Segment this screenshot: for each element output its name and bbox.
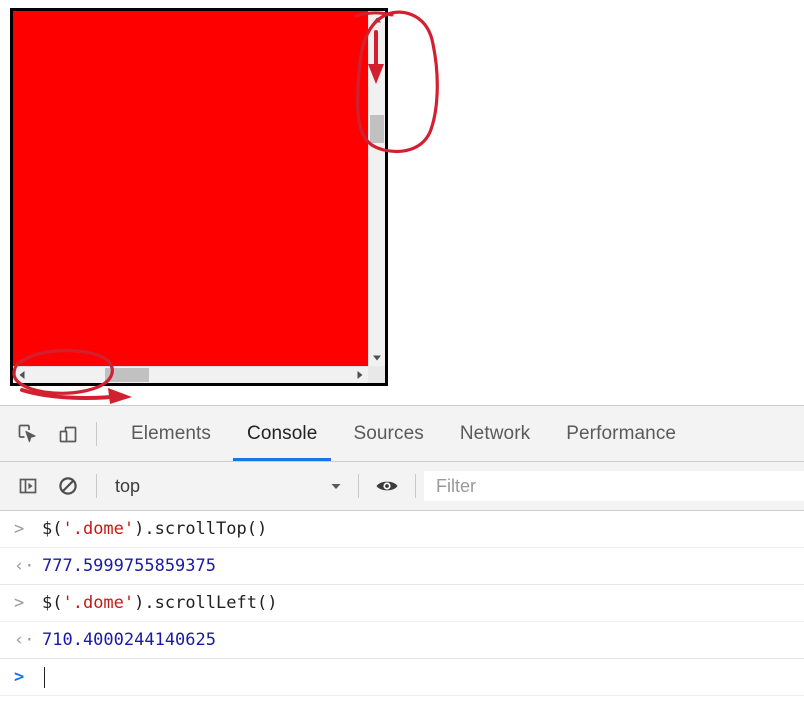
right-arrow-shaft: [20, 388, 124, 400]
console-result-value: 710.4000244140625: [42, 630, 216, 650]
execution-context-value: top: [115, 475, 141, 496]
console-toolbar-divider-1: [96, 474, 97, 498]
expr-part-plain-1: $(: [42, 593, 63, 613]
console-message-list: > $('.dome').scrollTop() ‹· 777.59997558…: [0, 511, 804, 696]
console-input-row[interactable]: > $('.dome').scrollTop(): [0, 511, 804, 548]
console-result-row: ‹· 777.5999755859375: [0, 548, 804, 585]
tab-elements-label: Elements: [131, 422, 212, 444]
console-toolbar-divider-2: [358, 474, 359, 498]
scroll-left-arrow-button[interactable]: [13, 367, 30, 383]
console-prompt-row[interactable]: >: [0, 659, 804, 696]
clear-console-button[interactable]: [48, 463, 88, 509]
scroll-down-arrow-button[interactable]: [369, 349, 385, 366]
triangle-left-icon: [19, 371, 24, 379]
console-input-marker: >: [14, 518, 25, 539]
horizontal-scrollbar[interactable]: [13, 366, 368, 383]
console-filter-input[interactable]: Filter: [424, 471, 804, 501]
tab-elements[interactable]: Elements: [113, 406, 229, 461]
console-output-marker: ‹·: [14, 629, 35, 650]
tab-sources[interactable]: Sources: [335, 406, 441, 461]
scroll-right-arrow-button[interactable]: [351, 367, 368, 383]
clear-console-icon: [59, 477, 77, 495]
scroll-content-area: [13, 11, 385, 383]
execution-context-selector[interactable]: top: [105, 471, 350, 501]
device-toolbar-icon: [59, 426, 77, 442]
expr-part-plain-1: $(: [42, 519, 63, 539]
tab-network[interactable]: Network: [442, 406, 548, 461]
console-expression: $('.dome').scrollTop(): [42, 519, 267, 539]
console-sidebar-button[interactable]: [8, 463, 48, 509]
devtools-panel: Elements Console Sources Network Perform…: [0, 405, 804, 711]
triangle-up-icon: [373, 17, 381, 22]
chevron-down-icon: [331, 484, 341, 489]
inspect-element-icon: [18, 424, 36, 442]
horizontal-scroll-thumb[interactable]: [105, 368, 149, 382]
expr-part-plain-2: ).scrollTop(): [134, 519, 268, 539]
devtools-toolbar-icons: [0, 411, 105, 457]
expr-part-string-1: '.dome': [62, 593, 135, 613]
console-result-row: ‹· 710.4000244140625: [0, 622, 804, 659]
live-expression-button[interactable]: [367, 463, 407, 509]
vertical-scroll-thumb[interactable]: [370, 115, 384, 143]
console-result-value: 777.5999755859375: [42, 556, 216, 576]
tab-network-label: Network: [459, 422, 531, 444]
browser-page-viewport: [0, 0, 804, 405]
scrollbar-corner: [368, 366, 385, 383]
tab-console[interactable]: Console: [229, 406, 335, 461]
red-content-block: [13, 11, 368, 366]
tab-performance[interactable]: Performance: [548, 406, 694, 461]
expr-part-plain-2: ).scrollLeft(): [134, 593, 278, 613]
live-expression-eye-icon: [376, 481, 398, 491]
triangle-down-icon: [373, 355, 381, 360]
console-sidebar-icon: [19, 478, 37, 494]
tab-console-label: Console: [247, 422, 318, 444]
console-input-row[interactable]: > $('.dome').scrollLeft(): [0, 585, 804, 622]
scroll-up-arrow-button[interactable]: [369, 11, 385, 28]
console-expression: $('.dome').scrollLeft(): [42, 593, 277, 613]
console-toolbar-divider-3: [415, 474, 416, 498]
inspect-element-button[interactable]: [8, 411, 48, 457]
console-toolbar: top Filter: [0, 462, 804, 511]
tab-performance-label: Performance: [566, 422, 677, 444]
triangle-right-icon: [357, 371, 362, 379]
right-arrow-head: [108, 388, 132, 404]
tab-sources-label: Sources: [353, 422, 424, 444]
toolbar-divider: [96, 421, 97, 446]
text-cursor: [44, 666, 45, 688]
console-input-marker: >: [14, 592, 25, 613]
scrollable-container[interactable]: [10, 8, 388, 386]
devtools-tab-list: Elements Console Sources Network Perform…: [113, 406, 694, 461]
device-toolbar-button[interactable]: [48, 411, 88, 457]
console-prompt-marker: >: [14, 666, 25, 687]
vertical-scrollbar[interactable]: [368, 11, 385, 366]
console-output-marker: ‹·: [14, 555, 35, 576]
devtools-tabstrip: Elements Console Sources Network Perform…: [0, 406, 804, 462]
expr-part-string-1: '.dome': [62, 519, 135, 539]
